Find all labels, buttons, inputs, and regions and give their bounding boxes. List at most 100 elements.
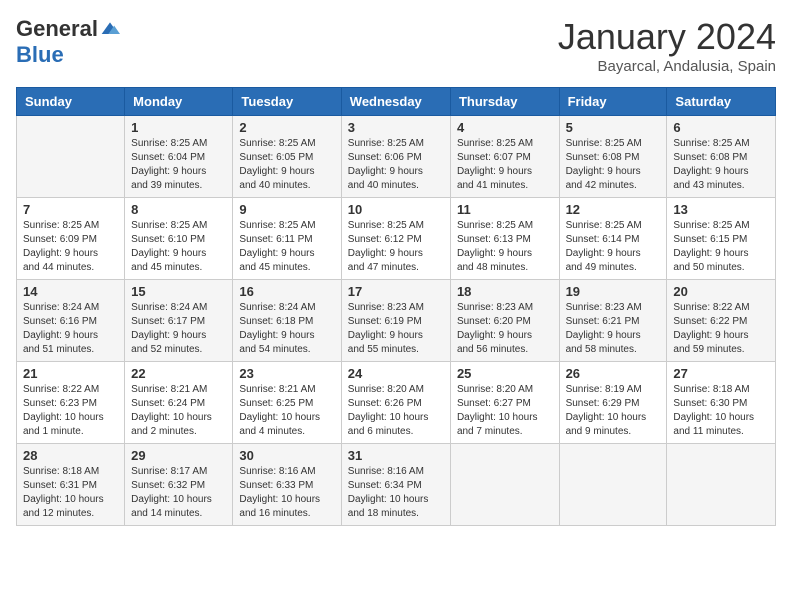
weekday-header-saturday: Saturday	[667, 88, 776, 116]
month-title: January 2024	[558, 16, 776, 58]
calendar-table: SundayMondayTuesdayWednesdayThursdayFrid…	[16, 87, 776, 526]
weekday-header-sunday: Sunday	[17, 88, 125, 116]
calendar-cell: 28 Sunrise: 8:18 AM Sunset: 6:31 PM Dayli…	[17, 444, 125, 526]
logo-icon	[100, 19, 120, 39]
calendar-cell: 27 Sunrise: 8:18 AM Sunset: 6:30 PM Dayli…	[667, 362, 776, 444]
calendar-cell: 12Sunrise: 8:25 AM Sunset: 6:14 PM Dayli…	[559, 198, 667, 280]
day-number: 7	[23, 202, 118, 217]
day-number: 17	[348, 284, 444, 299]
day-number: 8	[131, 202, 226, 217]
calendar-cell: 23Sunrise: 8:21 AM Sunset: 6:25 PM Dayli…	[233, 362, 341, 444]
calendar-cell: 20 Sunrise: 8:22 AM Sunset: 6:22 PM Dayli…	[667, 280, 776, 362]
day-info: Sunrise: 8:17 AM Sunset: 6:32 PM Dayligh…	[131, 465, 226, 521]
calendar-cell: 4 Sunrise: 8:25 AM Sunset: 6:07 PM Daylig…	[450, 116, 559, 198]
day-info: Sunrise: 8:22 AM Sunset: 6:23 PM Dayligh…	[23, 383, 118, 439]
day-number: 30	[239, 448, 334, 463]
day-number: 26	[566, 366, 661, 381]
day-number: 20	[673, 284, 769, 299]
calendar-cell: 31Sunrise: 8:16 AM Sunset: 6:34 PM Dayli…	[341, 444, 450, 526]
title-section: January 2024 Bayarcal, Andalusia, Spain	[558, 16, 776, 75]
day-number: 2	[239, 120, 334, 135]
day-info: Sunrise: 8:25 AM Sunset: 6:04 PM Dayligh…	[131, 137, 226, 193]
day-info: Sunrise: 8:16 AM Sunset: 6:34 PM Dayligh…	[348, 465, 444, 521]
calendar-cell: 3 Sunrise: 8:25 AM Sunset: 6:06 PM Daylig…	[341, 116, 450, 198]
calendar-cell: 10 Sunrise: 8:25 AM Sunset: 6:12 PM Dayli…	[341, 198, 450, 280]
calendar-week-1: 7 Sunrise: 8:25 AM Sunset: 6:09 PM Daylig…	[17, 198, 776, 280]
weekday-header-friday: Friday	[559, 88, 667, 116]
calendar-cell: 16Sunrise: 8:24 AM Sunset: 6:18 PM Dayli…	[233, 280, 341, 362]
day-info: Sunrise: 8:21 AM Sunset: 6:24 PM Dayligh…	[131, 383, 226, 439]
day-info: Sunrise: 8:23 AM Sunset: 6:19 PM Dayligh…	[348, 301, 444, 357]
day-info: Sunrise: 8:25 AM Sunset: 6:08 PM Dayligh…	[673, 137, 769, 193]
calendar-cell: 24Sunrise: 8:20 AM Sunset: 6:26 PM Dayli…	[341, 362, 450, 444]
calendar-cell: 21Sunrise: 8:22 AM Sunset: 6:23 PM Dayli…	[17, 362, 125, 444]
calendar-cell: 9Sunrise: 8:25 AM Sunset: 6:11 PM Daylig…	[233, 198, 341, 280]
day-number: 10	[348, 202, 444, 217]
day-number: 19	[566, 284, 661, 299]
weekday-header-monday: Monday	[125, 88, 233, 116]
calendar-cell: 1 Sunrise: 8:25 AM Sunset: 6:04 PM Daylig…	[125, 116, 233, 198]
calendar-cell: 25 Sunrise: 8:20 AM Sunset: 6:27 PM Dayli…	[450, 362, 559, 444]
day-info: Sunrise: 8:16 AM Sunset: 6:33 PM Dayligh…	[239, 465, 334, 521]
day-info: Sunrise: 8:25 AM Sunset: 6:06 PM Dayligh…	[348, 137, 444, 193]
day-info: Sunrise: 8:25 AM Sunset: 6:09 PM Dayligh…	[23, 219, 118, 275]
calendar-body: 1 Sunrise: 8:25 AM Sunset: 6:04 PM Daylig…	[17, 116, 776, 526]
day-info: Sunrise: 8:22 AM Sunset: 6:22 PM Dayligh…	[673, 301, 769, 357]
day-number: 3	[348, 120, 444, 135]
day-info: Sunrise: 8:23 AM Sunset: 6:21 PM Dayligh…	[566, 301, 661, 357]
day-info: Sunrise: 8:20 AM Sunset: 6:27 PM Dayligh…	[457, 383, 553, 439]
weekday-header-tuesday: Tuesday	[233, 88, 341, 116]
calendar-cell: 29 Sunrise: 8:17 AM Sunset: 6:32 PM Dayli…	[125, 444, 233, 526]
calendar-cell: 22Sunrise: 8:21 AM Sunset: 6:24 PM Dayli…	[125, 362, 233, 444]
day-number: 18	[457, 284, 553, 299]
calendar-cell: 7 Sunrise: 8:25 AM Sunset: 6:09 PM Daylig…	[17, 198, 125, 280]
calendar-cell: 19 Sunrise: 8:23 AM Sunset: 6:21 PM Dayli…	[559, 280, 667, 362]
day-number: 23	[239, 366, 334, 381]
day-number: 28	[23, 448, 118, 463]
day-info: Sunrise: 8:25 AM Sunset: 6:11 PM Dayligh…	[239, 219, 334, 275]
location-subtitle: Bayarcal, Andalusia, Spain	[558, 58, 776, 75]
day-info: Sunrise: 8:24 AM Sunset: 6:16 PM Dayligh…	[23, 301, 118, 357]
calendar-cell: 8 Sunrise: 8:25 AM Sunset: 6:10 PM Daylig…	[125, 198, 233, 280]
day-info: Sunrise: 8:18 AM Sunset: 6:30 PM Dayligh…	[673, 383, 769, 439]
day-info: Sunrise: 8:25 AM Sunset: 6:10 PM Dayligh…	[131, 219, 226, 275]
calendar-cell	[559, 444, 667, 526]
day-number: 15	[131, 284, 226, 299]
day-info: Sunrise: 8:25 AM Sunset: 6:13 PM Dayligh…	[457, 219, 553, 275]
day-number: 1	[131, 120, 226, 135]
day-number: 29	[131, 448, 226, 463]
calendar-week-2: 14 Sunrise: 8:24 AM Sunset: 6:16 PM Dayli…	[17, 280, 776, 362]
page-header: General Blue January 2024 Bayarcal, Anda…	[16, 16, 776, 75]
day-info: Sunrise: 8:25 AM Sunset: 6:07 PM Dayligh…	[457, 137, 553, 193]
day-info: Sunrise: 8:24 AM Sunset: 6:17 PM Dayligh…	[131, 301, 226, 357]
day-number: 13	[673, 202, 769, 217]
calendar-header: SundayMondayTuesdayWednesdayThursdayFrid…	[17, 88, 776, 116]
logo: General Blue	[16, 16, 120, 68]
calendar-cell: 5Sunrise: 8:25 AM Sunset: 6:08 PM Daylig…	[559, 116, 667, 198]
day-number: 14	[23, 284, 118, 299]
day-number: 4	[457, 120, 553, 135]
calendar-cell	[667, 444, 776, 526]
day-number: 27	[673, 366, 769, 381]
day-info: Sunrise: 8:18 AM Sunset: 6:31 PM Dayligh…	[23, 465, 118, 521]
day-info: Sunrise: 8:25 AM Sunset: 6:12 PM Dayligh…	[348, 219, 444, 275]
day-number: 6	[673, 120, 769, 135]
calendar-cell: 26 Sunrise: 8:19 AM Sunset: 6:29 PM Dayli…	[559, 362, 667, 444]
weekday-row: SundayMondayTuesdayWednesdayThursdayFrid…	[17, 88, 776, 116]
logo-general: General	[16, 16, 98, 42]
day-number: 12	[566, 202, 661, 217]
calendar-cell	[450, 444, 559, 526]
calendar-cell: 11 Sunrise: 8:25 AM Sunset: 6:13 PM Dayli…	[450, 198, 559, 280]
calendar-cell: 2Sunrise: 8:25 AM Sunset: 6:05 PM Daylig…	[233, 116, 341, 198]
calendar-week-4: 28 Sunrise: 8:18 AM Sunset: 6:31 PM Dayli…	[17, 444, 776, 526]
day-info: Sunrise: 8:19 AM Sunset: 6:29 PM Dayligh…	[566, 383, 661, 439]
logo-blue: Blue	[16, 42, 64, 68]
day-number: 25	[457, 366, 553, 381]
weekday-header-thursday: Thursday	[450, 88, 559, 116]
calendar-cell: 13Sunrise: 8:25 AM Sunset: 6:15 PM Dayli…	[667, 198, 776, 280]
day-number: 11	[457, 202, 553, 217]
day-info: Sunrise: 8:20 AM Sunset: 6:26 PM Dayligh…	[348, 383, 444, 439]
calendar-week-0: 1 Sunrise: 8:25 AM Sunset: 6:04 PM Daylig…	[17, 116, 776, 198]
calendar-cell: 17 Sunrise: 8:23 AM Sunset: 6:19 PM Dayli…	[341, 280, 450, 362]
day-info: Sunrise: 8:25 AM Sunset: 6:08 PM Dayligh…	[566, 137, 661, 193]
